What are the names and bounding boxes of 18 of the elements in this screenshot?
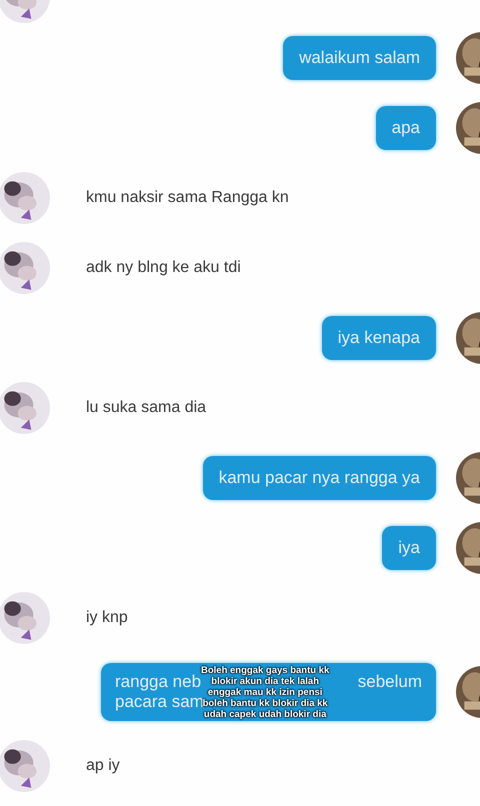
message-text: kmu naksir sama Rangga kn	[86, 189, 289, 207]
caption-text: boleh bantu kk blokir dia kk	[202, 698, 328, 709]
caption-text: Boleh enggak gays bantu kk	[201, 665, 330, 676]
caption-text: udah capek udah blokir dia	[204, 709, 326, 720]
message-text: kamu pacar nya rangga ya	[218, 468, 420, 488]
message-text: walaikum salam	[299, 48, 420, 68]
message-text: lu suka sama dia	[86, 399, 206, 417]
message-text: iy knp	[86, 609, 128, 627]
message-text: pacara sam	[115, 692, 204, 712]
message-text: iya kenapa	[338, 328, 420, 348]
message-text: apa	[392, 118, 420, 138]
caption-text: blokir akun dia tek lalah	[211, 676, 319, 687]
message-text: ap iy	[86, 757, 120, 775]
message-text: rangga neb	[115, 672, 202, 692]
message-text: sebelum	[358, 672, 422, 692]
message-text: adk ny blng ke aku tdi	[86, 259, 241, 277]
message-text: iya	[398, 538, 420, 558]
caption-text: enggak mau kk izin pensi	[208, 687, 322, 698]
